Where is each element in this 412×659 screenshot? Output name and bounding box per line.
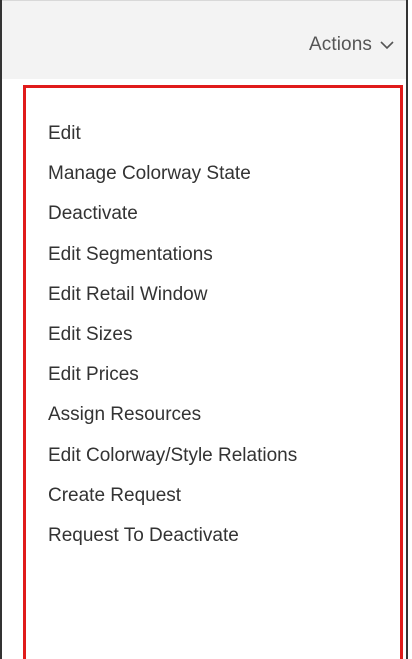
actions-panel: Actions Edit Manage Colorway State Deact… [0,0,408,659]
menu-item-edit[interactable]: Edit [48,114,297,154]
actions-menu: Edit Manage Colorway State Deactivate Ed… [23,85,403,659]
menu-item-request-to-deactivate[interactable]: Request To Deactivate [48,516,297,556]
chevron-down-icon [378,36,396,54]
menu-item-assign-resources[interactable]: Assign Resources [48,395,297,435]
menu-item-edit-retail-window[interactable]: Edit Retail Window [48,275,297,315]
menu-item-edit-prices[interactable]: Edit Prices [48,355,297,395]
menu-item-manage-colorway-state[interactable]: Manage Colorway State [48,154,297,194]
actions-label: Actions [308,34,372,55]
actions-dropdown-button[interactable]: Actions [309,31,396,59]
menu-item-deactivate[interactable]: Deactivate [48,194,297,234]
panel-header: Actions [2,0,406,79]
menu-item-edit-sizes[interactable]: Edit Sizes [48,315,297,355]
menu-item-create-request[interactable]: Create Request [48,476,297,516]
menu-item-edit-colorway-style-relations[interactable]: Edit Colorway/Style Relations [48,436,297,476]
actions-menu-list: Edit Manage Colorway State Deactivate Ed… [48,114,297,556]
menu-item-edit-segmentations[interactable]: Edit Segmentations [48,235,297,275]
